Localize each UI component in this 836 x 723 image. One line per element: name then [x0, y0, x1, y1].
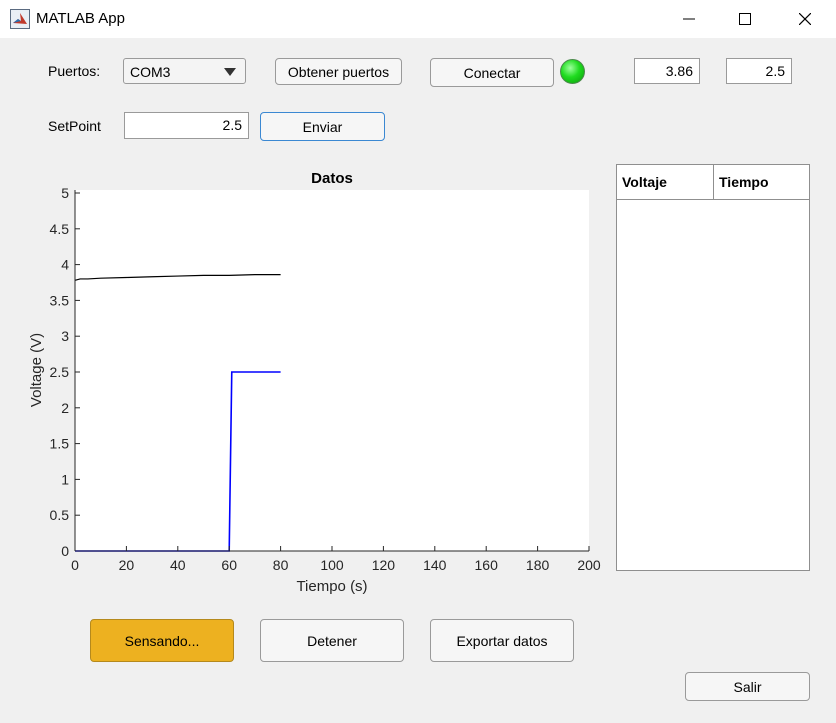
- setpoint-readout-field[interactable]: 2.5: [726, 58, 792, 84]
- y-tick-label: 0.5: [50, 507, 70, 523]
- voltage-readout-field[interactable]: 3.86: [634, 58, 700, 84]
- connect-button[interactable]: Conectar: [430, 58, 554, 87]
- y-tick-label: 2: [61, 400, 69, 416]
- exit-button[interactable]: Salir: [685, 672, 810, 701]
- x-tick-label: 200: [577, 557, 601, 573]
- ports-selected-value: COM3: [130, 64, 171, 80]
- ports-dropdown[interactable]: COM3: [123, 58, 246, 84]
- y-tick-label: 3: [61, 328, 69, 344]
- y-tick-label: 1: [61, 471, 69, 487]
- setpoint-input[interactable]: 2.5: [124, 112, 249, 139]
- y-tick-label: 4: [61, 257, 69, 273]
- export-data-button[interactable]: Exportar datos: [430, 619, 574, 662]
- x-tick-label: 100: [320, 557, 344, 573]
- y-axis-label: Voltage (V): [28, 333, 45, 407]
- stop-button[interactable]: Detener: [260, 619, 404, 662]
- minimize-icon: [683, 18, 695, 20]
- table-header: Voltaje Tiempo: [617, 165, 809, 200]
- close-icon: [799, 13, 811, 25]
- sensing-button[interactable]: Sensando...: [90, 619, 234, 662]
- x-tick-label: 120: [372, 557, 396, 573]
- ports-label: Puertos:: [48, 63, 101, 79]
- y-tick-label: 3.5: [50, 292, 70, 308]
- column-divider: [713, 165, 714, 199]
- data-table[interactable]: Voltaje Tiempo: [616, 164, 810, 571]
- x-tick-label: 20: [119, 557, 135, 573]
- x-tick-label: 60: [221, 557, 237, 573]
- x-tick-label: 80: [273, 557, 289, 573]
- y-tick-label: 1.5: [50, 436, 70, 452]
- x-tick-label: 40: [170, 557, 186, 573]
- maximize-icon: [739, 13, 751, 25]
- connection-status-lamp: [560, 59, 585, 84]
- x-tick-label: 140: [423, 557, 447, 573]
- matlab-logo-icon: [10, 9, 30, 29]
- x-tick-label: 0: [71, 557, 79, 573]
- column-header-voltaje[interactable]: Voltaje: [622, 174, 667, 190]
- close-button[interactable]: [776, 0, 834, 38]
- y-tick-label: 0: [61, 543, 69, 559]
- y-tick-label: 2.5: [50, 364, 70, 380]
- chart-title: Datos: [311, 170, 353, 187]
- maximize-button[interactable]: [716, 0, 774, 38]
- setpoint-label: SetPoint: [48, 118, 101, 134]
- window-title: MATLAB App: [36, 10, 125, 27]
- x-axis-label: Tiempo (s): [296, 578, 367, 595]
- column-header-tiempo[interactable]: Tiempo: [719, 174, 769, 190]
- y-tick-label: 4.5: [50, 221, 70, 237]
- x-tick-label: 180: [526, 557, 550, 573]
- chevron-down-icon: [224, 68, 236, 76]
- data-plot[interactable]: Datos 0 20 40 60 80 100 120 140 160 180 200 0 0.5 1 1.…: [0, 150, 610, 600]
- minimize-button[interactable]: [660, 0, 718, 38]
- get-ports-button[interactable]: Obtener puertos: [275, 58, 402, 85]
- y-tick-label: 5: [61, 185, 69, 201]
- send-button[interactable]: Enviar: [260, 112, 385, 141]
- x-tick-label: 160: [475, 557, 499, 573]
- title-bar: MATLAB App: [0, 0, 836, 38]
- plot-area: [75, 190, 589, 551]
